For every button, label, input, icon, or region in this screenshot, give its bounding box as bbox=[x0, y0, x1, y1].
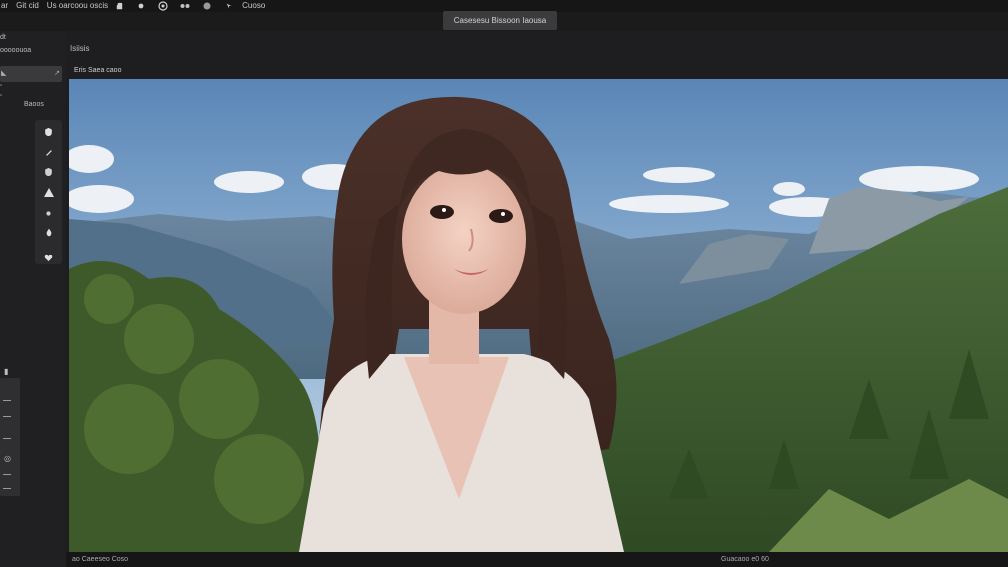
panel-header-b: ooooouoa bbox=[0, 47, 32, 54]
document-title-pill[interactable]: Casesesu Bissoon Iaousa bbox=[443, 11, 557, 30]
layer-lock-icon: ◣ bbox=[1, 70, 7, 77]
hand-icon[interactable] bbox=[114, 1, 124, 11]
document-info: Eris Saea caoo bbox=[74, 67, 122, 74]
menu-item-view[interactable]: Us oarcoou oscis bbox=[47, 0, 108, 12]
status-bar: ao Caeeseo Coso Guacaoo e0 60 bbox=[66, 552, 1008, 567]
slider-tick bbox=[3, 416, 11, 417]
menu-item-window[interactable]: Cuoso bbox=[242, 0, 265, 12]
heart-icon[interactable] bbox=[42, 252, 56, 266]
panel-dot-b: ▫ bbox=[0, 93, 3, 99]
eye-icon[interactable] bbox=[158, 1, 168, 11]
brush-icon[interactable] bbox=[42, 207, 56, 221]
canvas-image[interactable] bbox=[69, 79, 1008, 552]
shield-outline-icon[interactable] bbox=[42, 167, 56, 181]
pen-icon[interactable] bbox=[42, 147, 56, 161]
layer-row-selected[interactable]: ◣ ↗ bbox=[0, 66, 62, 82]
tool-strip bbox=[35, 120, 62, 264]
status-right: Guacaoo e0 60 bbox=[721, 556, 769, 563]
panel-header-a: dt bbox=[0, 34, 6, 41]
slider-tick bbox=[3, 400, 11, 401]
circle-icon[interactable] bbox=[202, 1, 212, 11]
status-left: ao Caeeseo Coso bbox=[72, 556, 129, 563]
document-tab[interactable]: Isiisis bbox=[70, 44, 90, 53]
shield-icon[interactable] bbox=[42, 127, 56, 141]
menu-item-edit[interactable]: Git cid bbox=[16, 0, 39, 12]
panel-dot-a: ▫ bbox=[0, 83, 3, 89]
small-marker-icon: ▮ bbox=[4, 367, 9, 376]
photo-portrait-landscape bbox=[69, 79, 1008, 552]
slider-tick bbox=[3, 474, 11, 475]
menu-item-file[interactable]: ar bbox=[1, 0, 8, 12]
triangle-icon[interactable] bbox=[42, 187, 56, 201]
panel-field-label: Baoos bbox=[24, 101, 44, 108]
slider-tick bbox=[3, 488, 11, 489]
arrow-icon[interactable] bbox=[224, 1, 234, 11]
drop-icon[interactable] bbox=[42, 227, 56, 241]
layer-arrow-icon[interactable]: ↗ bbox=[54, 66, 60, 82]
small-circle-icon[interactable]: ◎ bbox=[4, 454, 11, 463]
left-panel: dt ooooouoa ◣ ↗ ▫ ▫ Baoos ▮ ◎ bbox=[0, 31, 66, 567]
slider-tick bbox=[3, 438, 11, 439]
glasses-icon[interactable] bbox=[180, 1, 190, 11]
adjustment-mini-panel[interactable]: ◎ bbox=[0, 378, 20, 496]
shape-icon[interactable] bbox=[136, 1, 146, 11]
